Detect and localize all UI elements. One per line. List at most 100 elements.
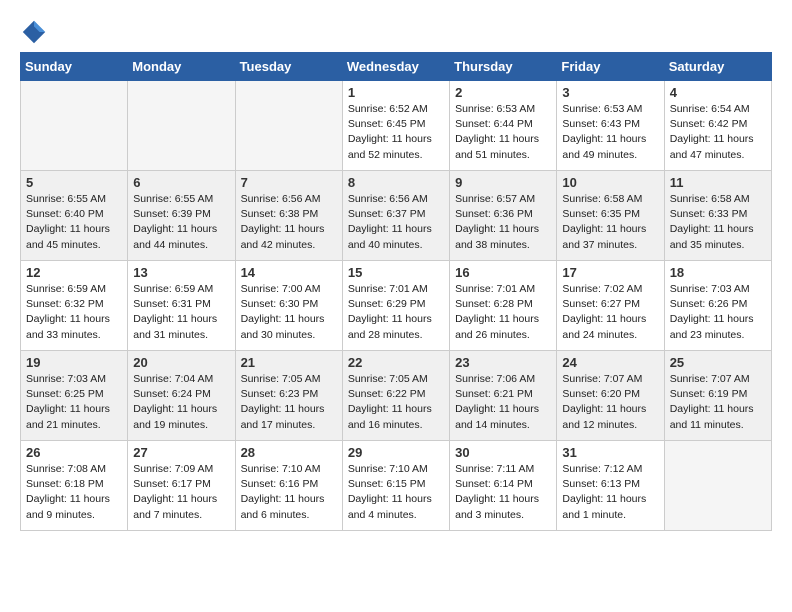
logo: [20, 18, 52, 46]
calendar-cell: 25 Sunrise: 7:07 AMSunset: 6:19 PMDayligh…: [664, 351, 771, 441]
day-number: 30: [455, 445, 551, 460]
day-number: 8: [348, 175, 444, 190]
day-info: Sunrise: 7:06 AMSunset: 6:21 PMDaylight:…: [455, 372, 551, 433]
calendar-table: SundayMondayTuesdayWednesdayThursdayFrid…: [20, 52, 772, 531]
day-info: Sunrise: 7:00 AMSunset: 6:30 PMDaylight:…: [241, 282, 337, 343]
day-info: Sunrise: 7:05 AMSunset: 6:22 PMDaylight:…: [348, 372, 444, 433]
calendar-cell: [664, 441, 771, 531]
calendar-cell: [235, 81, 342, 171]
calendar-cell: 20 Sunrise: 7:04 AMSunset: 6:24 PMDayligh…: [128, 351, 235, 441]
day-info: Sunrise: 7:07 AMSunset: 6:20 PMDaylight:…: [562, 372, 658, 433]
calendar-cell: 4 Sunrise: 6:54 AMSunset: 6:42 PMDaylight…: [664, 81, 771, 171]
day-number: 14: [241, 265, 337, 280]
day-number: 17: [562, 265, 658, 280]
day-number: 3: [562, 85, 658, 100]
day-info: Sunrise: 7:02 AMSunset: 6:27 PMDaylight:…: [562, 282, 658, 343]
day-number: 19: [26, 355, 122, 370]
column-header-friday: Friday: [557, 53, 664, 81]
day-number: 16: [455, 265, 551, 280]
calendar-header-row: SundayMondayTuesdayWednesdayThursdayFrid…: [21, 53, 772, 81]
day-number: 27: [133, 445, 229, 460]
calendar-cell: 24 Sunrise: 7:07 AMSunset: 6:20 PMDayligh…: [557, 351, 664, 441]
day-info: Sunrise: 7:01 AMSunset: 6:29 PMDaylight:…: [348, 282, 444, 343]
column-header-thursday: Thursday: [450, 53, 557, 81]
calendar-cell: 16 Sunrise: 7:01 AMSunset: 6:28 PMDayligh…: [450, 261, 557, 351]
logo-icon: [20, 18, 48, 46]
day-info: Sunrise: 6:57 AMSunset: 6:36 PMDaylight:…: [455, 192, 551, 253]
calendar-cell: 17 Sunrise: 7:02 AMSunset: 6:27 PMDayligh…: [557, 261, 664, 351]
day-info: Sunrise: 7:05 AMSunset: 6:23 PMDaylight:…: [241, 372, 337, 433]
day-number: 29: [348, 445, 444, 460]
calendar-cell: 26 Sunrise: 7:08 AMSunset: 6:18 PMDayligh…: [21, 441, 128, 531]
day-info: Sunrise: 6:55 AMSunset: 6:40 PMDaylight:…: [26, 192, 122, 253]
day-info: Sunrise: 7:04 AMSunset: 6:24 PMDaylight:…: [133, 372, 229, 433]
day-info: Sunrise: 7:01 AMSunset: 6:28 PMDaylight:…: [455, 282, 551, 343]
day-number: 28: [241, 445, 337, 460]
day-info: Sunrise: 6:55 AMSunset: 6:39 PMDaylight:…: [133, 192, 229, 253]
column-header-saturday: Saturday: [664, 53, 771, 81]
day-number: 5: [26, 175, 122, 190]
calendar-cell: [21, 81, 128, 171]
column-header-monday: Monday: [128, 53, 235, 81]
day-number: 18: [670, 265, 766, 280]
day-info: Sunrise: 7:11 AMSunset: 6:14 PMDaylight:…: [455, 462, 551, 523]
day-number: 15: [348, 265, 444, 280]
day-info: Sunrise: 6:59 AMSunset: 6:32 PMDaylight:…: [26, 282, 122, 343]
column-header-tuesday: Tuesday: [235, 53, 342, 81]
calendar-cell: 13 Sunrise: 6:59 AMSunset: 6:31 PMDayligh…: [128, 261, 235, 351]
calendar-cell: 11Sunrise: 6:58 AMSunset: 6:33 PMDayligh…: [664, 171, 771, 261]
day-number: 31: [562, 445, 658, 460]
calendar-cell: 22Sunrise: 7:05 AMSunset: 6:22 PMDayligh…: [342, 351, 449, 441]
column-header-sunday: Sunday: [21, 53, 128, 81]
calendar-cell: 9 Sunrise: 6:57 AMSunset: 6:36 PMDaylight…: [450, 171, 557, 261]
day-info: Sunrise: 7:10 AMSunset: 6:15 PMDaylight:…: [348, 462, 444, 523]
day-number: 2: [455, 85, 551, 100]
calendar-week-row: 1Sunrise: 6:52 AMSunset: 6:45 PMDaylight…: [21, 81, 772, 171]
day-info: Sunrise: 6:56 AMSunset: 6:37 PMDaylight:…: [348, 192, 444, 253]
day-number: 20: [133, 355, 229, 370]
day-number: 10: [562, 175, 658, 190]
day-info: Sunrise: 6:58 AMSunset: 6:35 PMDaylight:…: [562, 192, 658, 253]
calendar-cell: 6 Sunrise: 6:55 AMSunset: 6:39 PMDaylight…: [128, 171, 235, 261]
calendar-cell: 30 Sunrise: 7:11 AMSunset: 6:14 PMDayligh…: [450, 441, 557, 531]
calendar-cell: 3 Sunrise: 6:53 AMSunset: 6:43 PMDaylight…: [557, 81, 664, 171]
calendar-cell: 28 Sunrise: 7:10 AMSunset: 6:16 PMDayligh…: [235, 441, 342, 531]
day-info: Sunrise: 6:59 AMSunset: 6:31 PMDaylight:…: [133, 282, 229, 343]
calendar-cell: 5 Sunrise: 6:55 AMSunset: 6:40 PMDaylight…: [21, 171, 128, 261]
day-info: Sunrise: 7:10 AMSunset: 6:16 PMDaylight:…: [241, 462, 337, 523]
day-number: 6: [133, 175, 229, 190]
day-info: Sunrise: 6:54 AMSunset: 6:42 PMDaylight:…: [670, 102, 766, 163]
day-number: 21: [241, 355, 337, 370]
day-number: 13: [133, 265, 229, 280]
day-number: 7: [241, 175, 337, 190]
calendar-cell: 19Sunrise: 7:03 AMSunset: 6:25 PMDayligh…: [21, 351, 128, 441]
day-info: Sunrise: 7:07 AMSunset: 6:19 PMDaylight:…: [670, 372, 766, 433]
calendar-cell: 31 Sunrise: 7:12 AMSunset: 6:13 PMDayligh…: [557, 441, 664, 531]
calendar-cell: 18 Sunrise: 7:03 AMSunset: 6:26 PMDayligh…: [664, 261, 771, 351]
calendar-cell: 10 Sunrise: 6:58 AMSunset: 6:35 PMDayligh…: [557, 171, 664, 261]
day-number: 1: [348, 85, 444, 100]
day-info: Sunrise: 7:08 AMSunset: 6:18 PMDaylight:…: [26, 462, 122, 523]
day-info: Sunrise: 6:53 AMSunset: 6:43 PMDaylight:…: [562, 102, 658, 163]
calendar-cell: 2 Sunrise: 6:53 AMSunset: 6:44 PMDaylight…: [450, 81, 557, 171]
calendar-week-row: 5 Sunrise: 6:55 AMSunset: 6:40 PMDaylight…: [21, 171, 772, 261]
calendar-cell: 8 Sunrise: 6:56 AMSunset: 6:37 PMDaylight…: [342, 171, 449, 261]
calendar-cell: 12 Sunrise: 6:59 AMSunset: 6:32 PMDayligh…: [21, 261, 128, 351]
day-number: 12: [26, 265, 122, 280]
calendar-cell: 27 Sunrise: 7:09 AMSunset: 6:17 PMDayligh…: [128, 441, 235, 531]
day-number: 26: [26, 445, 122, 460]
day-info: Sunrise: 7:03 AMSunset: 6:26 PMDaylight:…: [670, 282, 766, 343]
day-info: Sunrise: 7:09 AMSunset: 6:17 PMDaylight:…: [133, 462, 229, 523]
day-number: 24: [562, 355, 658, 370]
day-number: 9: [455, 175, 551, 190]
day-info: Sunrise: 6:56 AMSunset: 6:38 PMDaylight:…: [241, 192, 337, 253]
day-number: 11: [670, 175, 766, 190]
calendar-cell: 7 Sunrise: 6:56 AMSunset: 6:38 PMDaylight…: [235, 171, 342, 261]
day-info: Sunrise: 7:12 AMSunset: 6:13 PMDaylight:…: [562, 462, 658, 523]
header: [20, 10, 772, 46]
calendar-week-row: 19Sunrise: 7:03 AMSunset: 6:25 PMDayligh…: [21, 351, 772, 441]
day-number: 25: [670, 355, 766, 370]
day-info: Sunrise: 6:53 AMSunset: 6:44 PMDaylight:…: [455, 102, 551, 163]
calendar-cell: 14 Sunrise: 7:00 AMSunset: 6:30 PMDayligh…: [235, 261, 342, 351]
day-number: 4: [670, 85, 766, 100]
